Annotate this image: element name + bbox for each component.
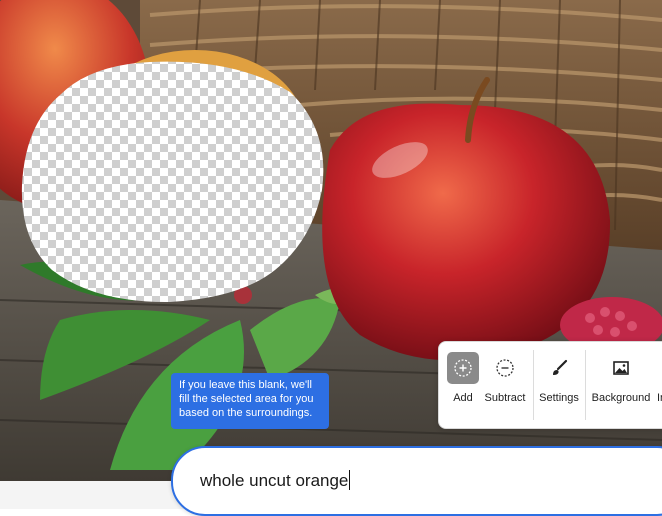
overflow-tool-label: In [657, 392, 662, 404]
background-tool-button[interactable]: Background [591, 352, 651, 418]
add-tool-label: Add [453, 392, 473, 404]
subtract-selection-icon [489, 352, 521, 384]
brush-icon [543, 352, 575, 384]
subtract-tool-label: Subtract [484, 392, 526, 404]
toolbar-divider [533, 350, 534, 420]
selection-toolbar: Add Subtract Settings Background I [438, 341, 662, 429]
transparent-selection-area [21, 61, 324, 303]
prompt-input-value: whole uncut orange [200, 471, 349, 490]
settings-tool-button[interactable]: Settings [539, 352, 579, 418]
text-caret [349, 470, 351, 490]
overflow-tool-button[interactable]: In [657, 352, 662, 418]
subtract-tool-button[interactable]: Subtract [485, 352, 525, 418]
background-tool-label: Background [591, 392, 651, 404]
add-selection-icon [447, 352, 479, 384]
prompt-hint-tooltip: If you leave this blank, we'll fill the … [171, 373, 329, 429]
prompt-input-field[interactable]: whole uncut orange [171, 446, 662, 516]
image-icon [605, 352, 637, 384]
toolbar-divider [585, 350, 586, 420]
settings-tool-label: Settings [539, 392, 579, 404]
add-tool-button[interactable]: Add [447, 352, 479, 418]
